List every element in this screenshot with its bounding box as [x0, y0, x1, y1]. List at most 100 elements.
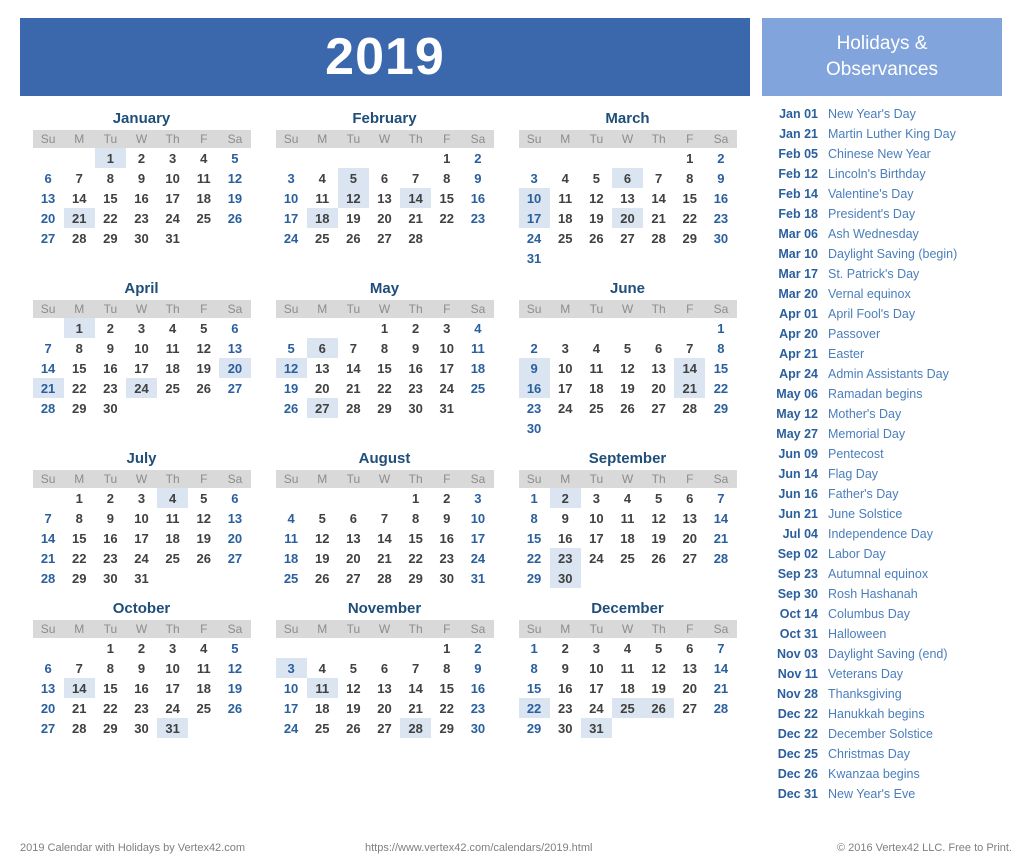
day-cell[interactable]: 24: [581, 698, 612, 718]
day-cell[interactable]: 25: [157, 378, 188, 398]
day-cell[interactable]: 24: [157, 698, 188, 718]
day-cell[interactable]: 3: [275, 658, 307, 678]
day-cell[interactable]: 23: [126, 698, 157, 718]
day-cell[interactable]: 27: [674, 548, 705, 568]
day-cell[interactable]: 20: [33, 698, 64, 718]
day-cell[interactable]: 28: [674, 398, 705, 418]
day-cell[interactable]: 27: [33, 228, 64, 248]
day-cell[interactable]: 26: [338, 718, 369, 738]
day-cell[interactable]: 30: [550, 718, 581, 738]
day-cell[interactable]: 17: [276, 208, 307, 228]
day-cell[interactable]: 16: [95, 358, 126, 378]
day-cell[interactable]: 7: [33, 508, 64, 528]
day-cell[interactable]: 25: [611, 698, 644, 718]
day-cell[interactable]: 8: [431, 658, 462, 678]
day-cell[interactable]: 30: [95, 398, 126, 418]
day-cell[interactable]: 7: [64, 168, 95, 188]
day-cell[interactable]: 22: [431, 698, 462, 718]
day-cell[interactable]: 9: [95, 338, 126, 358]
day-cell[interactable]: 26: [188, 378, 219, 398]
day-cell[interactable]: 22: [95, 208, 126, 228]
day-cell[interactable]: 7: [705, 638, 736, 658]
day-cell[interactable]: 19: [219, 678, 250, 698]
day-cell[interactable]: 14: [64, 188, 95, 208]
day-cell[interactable]: 20: [674, 678, 705, 698]
day-cell[interactable]: 14: [400, 678, 431, 698]
day-cell[interactable]: 27: [33, 718, 64, 738]
day-cell[interactable]: 25: [307, 228, 338, 248]
day-cell[interactable]: 9: [126, 168, 157, 188]
day-cell[interactable]: 14: [643, 188, 674, 208]
day-cell[interactable]: 6: [674, 638, 705, 658]
day-cell[interactable]: 6: [643, 338, 674, 358]
day-cell[interactable]: 6: [219, 488, 250, 508]
day-cell[interactable]: 11: [581, 358, 612, 378]
day-cell[interactable]: 18: [612, 678, 643, 698]
day-cell[interactable]: 3: [276, 168, 307, 188]
day-cell[interactable]: 19: [307, 548, 338, 568]
day-cell[interactable]: 22: [400, 548, 431, 568]
day-cell[interactable]: 27: [674, 698, 705, 718]
day-cell[interactable]: 7: [674, 338, 705, 358]
day-cell[interactable]: 8: [64, 508, 95, 528]
day-cell[interactable]: 15: [519, 528, 550, 548]
day-cell[interactable]: 30: [431, 568, 462, 588]
day-cell[interactable]: 12: [307, 528, 338, 548]
day-cell[interactable]: 29: [400, 568, 431, 588]
day-cell[interactable]: 28: [369, 568, 400, 588]
day-cell[interactable]: 9: [126, 658, 157, 678]
day-cell[interactable]: 3: [126, 488, 157, 508]
day-cell[interactable]: 21: [674, 378, 706, 398]
day-cell[interactable]: 7: [33, 338, 64, 358]
day-cell[interactable]: 27: [612, 228, 643, 248]
day-cell[interactable]: 27: [219, 378, 250, 398]
day-cell[interactable]: 4: [307, 168, 338, 188]
day-cell[interactable]: 18: [157, 358, 188, 378]
day-cell[interactable]: 9: [462, 168, 493, 188]
day-cell[interactable]: 25: [307, 718, 338, 738]
day-cell[interactable]: 14: [369, 528, 400, 548]
day-cell[interactable]: 4: [307, 658, 338, 678]
day-cell[interactable]: 28: [338, 398, 369, 418]
day-cell[interactable]: 5: [276, 338, 307, 358]
day-cell[interactable]: 5: [643, 488, 674, 508]
day-cell[interactable]: 6: [369, 658, 400, 678]
day-cell[interactable]: 3: [157, 638, 188, 658]
day-cell[interactable]: 29: [519, 568, 550, 588]
day-cell[interactable]: 30: [126, 718, 157, 738]
day-cell[interactable]: 17: [518, 208, 550, 228]
day-cell[interactable]: 17: [157, 678, 188, 698]
day-cell[interactable]: 21: [705, 678, 736, 698]
day-cell[interactable]: 16: [518, 378, 550, 398]
day-cell[interactable]: 18: [550, 208, 581, 228]
day-cell[interactable]: 9: [550, 508, 581, 528]
day-cell[interactable]: 26: [219, 698, 250, 718]
day-cell[interactable]: 25: [157, 548, 188, 568]
day-cell[interactable]: 17: [157, 188, 188, 208]
day-cell[interactable]: 15: [519, 678, 550, 698]
day-cell[interactable]: 30: [126, 228, 157, 248]
day-cell[interactable]: 24: [431, 378, 462, 398]
day-cell[interactable]: 4: [550, 168, 581, 188]
day-cell[interactable]: 7: [64, 658, 95, 678]
day-cell[interactable]: 30: [95, 568, 126, 588]
day-cell[interactable]: 25: [462, 378, 493, 398]
day-cell[interactable]: 6: [674, 488, 705, 508]
day-cell[interactable]: 6: [369, 168, 400, 188]
day-cell[interactable]: 8: [95, 658, 126, 678]
day-cell[interactable]: 25: [188, 208, 219, 228]
day-cell[interactable]: 4: [462, 318, 493, 338]
day-cell[interactable]: 8: [64, 338, 95, 358]
day-cell[interactable]: 20: [643, 378, 674, 398]
day-cell[interactable]: 24: [462, 548, 493, 568]
day-cell[interactable]: 1: [431, 638, 462, 658]
day-cell[interactable]: 9: [518, 358, 550, 378]
day-cell[interactable]: 3: [519, 168, 550, 188]
day-cell[interactable]: 4: [612, 488, 643, 508]
day-cell[interactable]: 31: [126, 568, 157, 588]
day-cell[interactable]: 19: [643, 678, 674, 698]
day-cell[interactable]: 1: [705, 318, 736, 338]
day-cell[interactable]: 26: [643, 548, 674, 568]
day-cell[interactable]: 15: [674, 188, 705, 208]
day-cell[interactable]: 16: [550, 678, 581, 698]
